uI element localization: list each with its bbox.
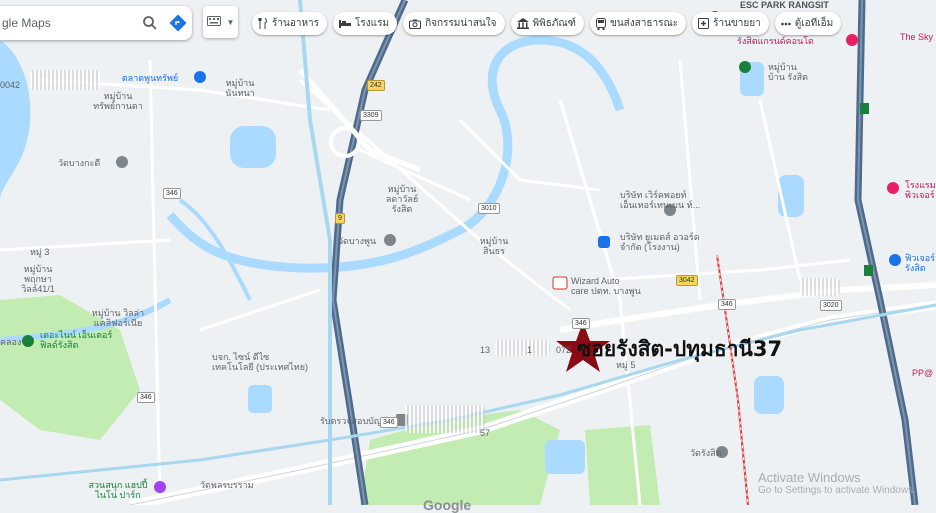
chip-label: ขนส่งสาธารณะ [609,18,679,29]
road-shield-242: 242 [367,80,385,91]
bed-icon [339,20,352,28]
search-input[interactable]: gle Maps [2,16,136,30]
chip-transit[interactable]: ขนส่งสาธารณะ [589,12,687,35]
blurred-label-4 [800,278,840,296]
theme-park-poi[interactable] [154,481,166,493]
mall-poi[interactable] [889,254,901,266]
transit-poi-1[interactable] [860,103,869,114]
road-shield-346c: 346 [380,417,398,428]
condo-poi[interactable] [846,34,858,46]
chip-label: พิพิธภัณฑ์ [532,18,576,29]
chip-label: กิจกรรมน่าสนใจ [425,18,497,29]
road-shield-3042: 3042 [676,275,698,286]
transit-poi-2[interactable] [864,265,873,276]
chip-label: โรงแรม [355,18,390,29]
place-ripchua[interactable]: รับตรวจสอบบัญชี [320,416,388,426]
chip-restaurants[interactable]: ร้านอาหาร [252,12,328,35]
place-hotel[interactable]: โรงแรมบ พิวเจอร์ [905,180,936,200]
factory-poi[interactable] [598,236,610,248]
place-mu-ban-sin[interactable]: หมู่บ้าน สินธร [480,236,509,256]
place-dream[interactable]: เดอะไนน์ เอ็นเตอร์ ฟิลด์รังสิต [40,330,112,350]
search-icon[interactable] [136,9,164,37]
place-mu-ban-nanta[interactable]: หมู่บ้าน นันทนา [225,78,254,98]
number-1: 1 [527,345,533,355]
road-shield-346e: 346 [718,299,736,310]
place-sky[interactable]: The Sky [900,32,933,42]
chip-label: ตู้เอทีเอ็ม [794,18,834,29]
chip-museums[interactable]: พิพิธภัณฑ์ [510,12,584,35]
bus-icon [595,17,606,30]
number-57: 57 [480,428,491,438]
number-0042: 0042 [0,80,21,90]
pond-3 [754,376,784,414]
place-pp[interactable]: PP@ [912,368,933,378]
fork-knife-icon [258,18,267,29]
watermark-line2: Go to Settings to activate Windows. [758,485,916,496]
search-box[interactable]: gle Maps [0,6,192,40]
number-072: 072 [556,345,572,355]
museum-icon [516,18,529,29]
pond-1 [230,126,276,168]
chip-things-to-do[interactable]: กิจกรรมน่าสนใจ [403,12,505,35]
place-wat-lat[interactable]: วัดรังสิต [690,448,721,458]
pharmacy-icon [698,18,710,29]
chip-label: ร้านอาหาร [272,18,320,29]
blurred-label-2 [495,340,550,356]
place-rangsit-grand[interactable]: รังสิตแกรนด์คอนโด [737,36,814,46]
pond-5 [248,385,272,413]
place-bokor[interactable]: บจก. ไซน์ ดีไซ เทคโนโลยี (ประเทศไทย) [212,352,308,372]
google-logo: Google [423,497,472,513]
place-khlong: คลอง [0,337,22,347]
input-tools-button[interactable]: ▼ [203,6,238,38]
watermark-line1: Activate Windows [758,470,861,485]
directions-icon[interactable] [164,9,192,37]
blurred-label-3 [405,405,485,433]
place-network[interactable]: บริษัท เวิร์คพอยท์ เอ็นเทอร์เทนเมน ท์... [620,190,700,210]
category-chips: ร้านอาหาร โรงแรม กิจกรรมน่าสนใจ พิพิธภัณ… [252,12,842,35]
road-shield-346a: 346 [163,188,181,199]
pond-4 [545,440,585,474]
road-shield-3010: 3010 [478,203,500,214]
place-mu-ban-phuksa[interactable]: หมู่บ้าน พฤกษา วิลล์41/1 [21,264,55,294]
place-wat-bang-phun[interactable]: วัดบางพูน [338,236,376,246]
park-poi[interactable] [22,335,34,347]
chip-hotels[interactable]: โรงแรม [333,12,398,35]
place-mu3[interactable]: หมู่ 3 [30,247,49,257]
chip-label: ร้านขายยา [713,18,761,29]
chevron-down-icon: ▼ [226,17,235,27]
road-shield-9: 9 [335,213,345,224]
temple-poi-2[interactable] [384,234,396,246]
road-shield-346d: 346 [572,318,590,329]
blurred-label-1 [30,70,100,90]
east-park [585,425,660,505]
place-wat-bang-khu[interactable]: วัดบางกะดี [58,158,100,168]
road-shield-346b: 346 [137,392,155,403]
road-shield-3020: 3020 [820,300,842,311]
road-shield-3309: 3309 [360,110,382,121]
wizard-auto-thumb[interactable] [552,276,568,290]
keyboard-icon [206,13,221,31]
place-mu-ban-rangsit[interactable]: หมู่บ้าน บ้าน รังสิต [768,62,808,82]
chip-pharmacies[interactable]: ร้านขายยา [692,12,769,35]
location-title: ซอยรังสิต-ปทุมธานี37 [577,337,783,361]
place-wizard[interactable]: Wizard Auto care ปตท. บางพูน [571,276,641,296]
place-mu-ban-lada[interactable]: หมู่บ้าน ลดาวัลย์ รังสิต [386,184,418,214]
place-pharmacy-co[interactable]: บริษัท ยูเมดส์ อวอร์ด จำกัด (โรงงาน) [620,232,700,252]
number-13: 13 [480,345,491,355]
place-theme-park[interactable]: สวนสนุก แฮปปี้ ไนโน่ ปาร์ก [88,480,147,500]
hotel-poi[interactable] [887,182,899,194]
temple-poi-1[interactable] [116,156,128,168]
place-talat[interactable]: ตลาดพูนทรัพย์ [122,73,178,83]
rangsit-park-poi[interactable] [739,61,751,73]
place-esc[interactable]: ESC PARK RANGSIT [740,0,829,10]
camera-icon [409,19,422,29]
place-mu-ban-sap[interactable]: หมู่บ้าน ทรัพย์กานดา [93,91,143,111]
place-mu-ban-villa[interactable]: หมู่บ้าน วิลล่า แคลิฟอร์เนีย [92,308,144,328]
place-wat-phra[interactable]: วัดพลรบรราม [200,480,254,490]
chip-atms[interactable]: ตู้เอทีเอ็ม [774,12,842,35]
market-poi[interactable] [194,71,206,83]
place-future[interactable]: ฟิวเจอร์ รังสิต [905,253,935,273]
activate-windows-watermark: Activate Windows Go to Settings to activ… [758,470,916,496]
more-icon [780,22,791,25]
